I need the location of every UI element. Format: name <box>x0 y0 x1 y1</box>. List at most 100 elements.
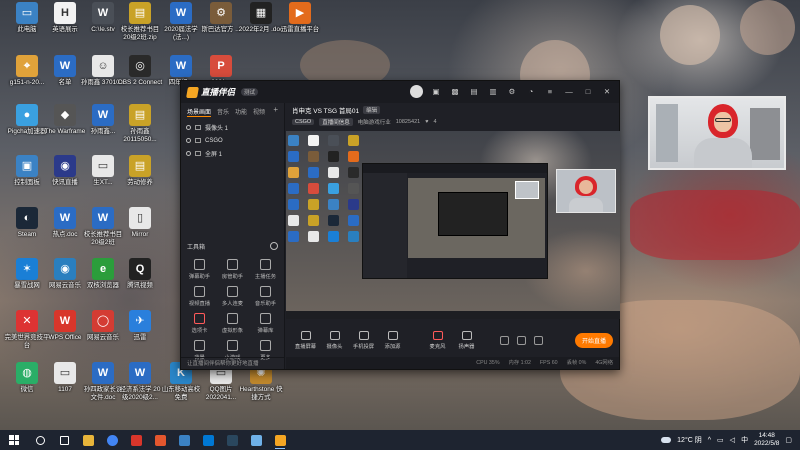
chevron-up-icon[interactable]: ^ <box>708 437 711 444</box>
webcam-overlay[interactable] <box>648 96 786 170</box>
bag-icon[interactable]: ▤ <box>468 86 480 98</box>
desktop-icon-label: g151-n-20... <box>9 79 45 86</box>
camera-button[interactable]: 摄像头 <box>321 330 348 350</box>
clock[interactable]: 14:48 2022/5/8 <box>754 432 779 448</box>
edit-title-button[interactable]: 编辑 <box>363 106 381 114</box>
bell-icon[interactable]: ◔ <box>525 86 537 98</box>
scene-item[interactable]: CSGO <box>181 134 284 147</box>
tab-music[interactable]: 音乐 <box>217 107 229 117</box>
gamepad-icon[interactable] <box>148 430 172 450</box>
store-icon[interactable] <box>196 430 220 450</box>
eye-icon[interactable] <box>186 151 191 156</box>
screen-share-button[interactable]: 直播屏幕 <box>292 330 319 350</box>
add-source-button[interactable]: 添加源 <box>379 330 406 350</box>
wps-icon[interactable] <box>124 430 148 450</box>
window-titlebar[interactable]: 直播伴侣 测试 ▣ ▩ ▤ ▥ ⚙ ◔ ≡ — □ ✕ <box>181 81 619 103</box>
app-icon: ✕ <box>16 310 38 332</box>
live-companion-window[interactable]: 直播伴侣 测试 ▣ ▩ ▤ ▥ ⚙ ◔ ≡ — □ ✕ 场景画面 音乐 功能 视… <box>180 80 620 370</box>
gift-icon[interactable]: ▩ <box>449 86 461 98</box>
app-icon: ▤ <box>129 155 151 177</box>
cloud-icon[interactable] <box>661 437 672 443</box>
task-view-icon[interactable] <box>52 430 76 450</box>
desktop-icon[interactable]: Q 腾讯视频 <box>117 258 163 290</box>
desktop-icon[interactable]: ▤ 劳动修养 <box>117 155 163 187</box>
minimize-button[interactable]: — <box>563 86 575 98</box>
gear-icon[interactable] <box>270 242 278 250</box>
maximize-button[interactable]: □ <box>582 86 594 98</box>
toolbox-item[interactable]: 音乐助手 <box>249 286 282 307</box>
tencent-icon[interactable] <box>244 430 268 450</box>
mail-icon[interactable] <box>172 430 196 450</box>
wallpaper-jersey <box>630 190 800 260</box>
phone-cast-button[interactable]: 手机投屏 <box>350 330 377 350</box>
user-avatar[interactable] <box>410 85 423 98</box>
preview-stage[interactable] <box>286 131 620 319</box>
desktop-icon-label: 迅雷 <box>133 334 147 341</box>
toolbox-item[interactable]: 虚拟形象 <box>216 313 249 334</box>
app-icon: ● <box>16 104 38 126</box>
status-item: 内存 1:02 <box>508 360 531 366</box>
desktop-icon[interactable]: ✈ 迅雷 <box>117 310 163 342</box>
microphone-icon <box>432 330 443 340</box>
toolbox-item[interactable]: 弹幕库 <box>249 313 282 334</box>
desktop-icon[interactable]: ▯ Mirror <box>117 207 163 239</box>
stream-title: 肖申克 VS TSG 首局01 <box>292 108 360 115</box>
chrome-icon[interactable] <box>100 430 124 450</box>
tool-label: 选项卡 <box>191 328 208 334</box>
eye-icon[interactable] <box>517 335 526 345</box>
start-button[interactable] <box>0 435 28 445</box>
app-icon: ▣ <box>16 155 38 177</box>
captured-icon <box>288 183 299 194</box>
toolbox-item[interactable]: 房管助手 <box>216 259 249 280</box>
add-tab-button[interactable]: + <box>273 106 278 117</box>
desktop-icon-label: 斯巴达官方 ... <box>201 26 241 33</box>
eye-icon[interactable] <box>186 125 191 130</box>
record-icon[interactable] <box>500 335 509 345</box>
person-glasses <box>715 118 731 122</box>
notification-icon[interactable]: ▢ <box>785 436 792 444</box>
file-explorer-glyph <box>82 434 94 446</box>
steam-icon[interactable] <box>220 430 244 450</box>
eye-icon[interactable] <box>186 138 191 143</box>
app-icon: W <box>54 207 76 229</box>
speaker-button[interactable]: 扬声器 <box>453 330 480 350</box>
scene-item[interactable]: 全屏 1 <box>181 147 284 160</box>
toolbox-item[interactable]: 视频直播 <box>183 286 216 307</box>
microphone-button[interactable]: 麦克风 <box>424 330 451 350</box>
toolbox-item[interactable]: 主播任务 <box>249 259 282 280</box>
inner-titlebar <box>363 164 547 173</box>
desktop-icon[interactable]: ▤ 校长推荐书目 20级2班.zip <box>117 2 163 41</box>
menu-icon[interactable]: ≡ <box>544 86 556 98</box>
desktop-icon[interactable]: W 经济系法学 20级2020级2... <box>117 362 163 401</box>
file-explorer-icon[interactable] <box>76 430 100 450</box>
weather-label[interactable]: 12°C 阴 <box>677 435 702 445</box>
category-pill[interactable]: CSGO <box>292 119 315 125</box>
desktop-icon[interactable]: ▤ 孙雨鑫 20115050... <box>117 104 163 143</box>
room-info-pill[interactable]: 直播间信息 <box>319 118 353 126</box>
search-icon[interactable] <box>28 430 52 450</box>
close-button[interactable]: ✕ <box>601 86 613 98</box>
start-live-button[interactable]: 开始直播 <box>574 332 613 348</box>
desktop-icon-label: 微信 <box>20 386 34 393</box>
scene-item[interactable]: 摄像头 1 <box>181 121 284 134</box>
toolbox-item[interactable]: 选项卡 <box>183 313 216 334</box>
live-companion-icon[interactable] <box>268 430 292 450</box>
network-icon[interactable]: ▭ <box>717 436 724 444</box>
toolbox-item[interactable]: 多人连麦 <box>216 286 249 307</box>
desktop-icon[interactable]: ▶ 迅雷直播平台 <box>277 2 323 34</box>
notice-icon[interactable]: ▣ <box>430 86 442 98</box>
toolbox-item[interactable]: 弹幕助手 <box>183 259 216 280</box>
app-icon: Q <box>129 258 151 280</box>
recursive-window-capture <box>362 163 548 279</box>
desktop-icon[interactable]: ◎ OBS 2 Connect <box>117 55 163 87</box>
left-footer-tip[interactable]: 让直播间伴侣帮你更好地直播 <box>181 357 284 369</box>
ime-icon[interactable]: 中 <box>741 435 748 445</box>
tab-functions[interactable]: 功能 <box>235 107 247 117</box>
settings-icon[interactable]: ⚙ <box>506 86 518 98</box>
settings-icon[interactable] <box>534 335 543 345</box>
tool-icon <box>227 259 238 270</box>
lock-icon[interactable]: ▥ <box>487 86 499 98</box>
volume-icon[interactable]: ◁ <box>730 436 735 444</box>
tab-scenes[interactable]: 场景画面 <box>187 107 212 117</box>
tab-video[interactable]: 视频 <box>253 107 265 117</box>
